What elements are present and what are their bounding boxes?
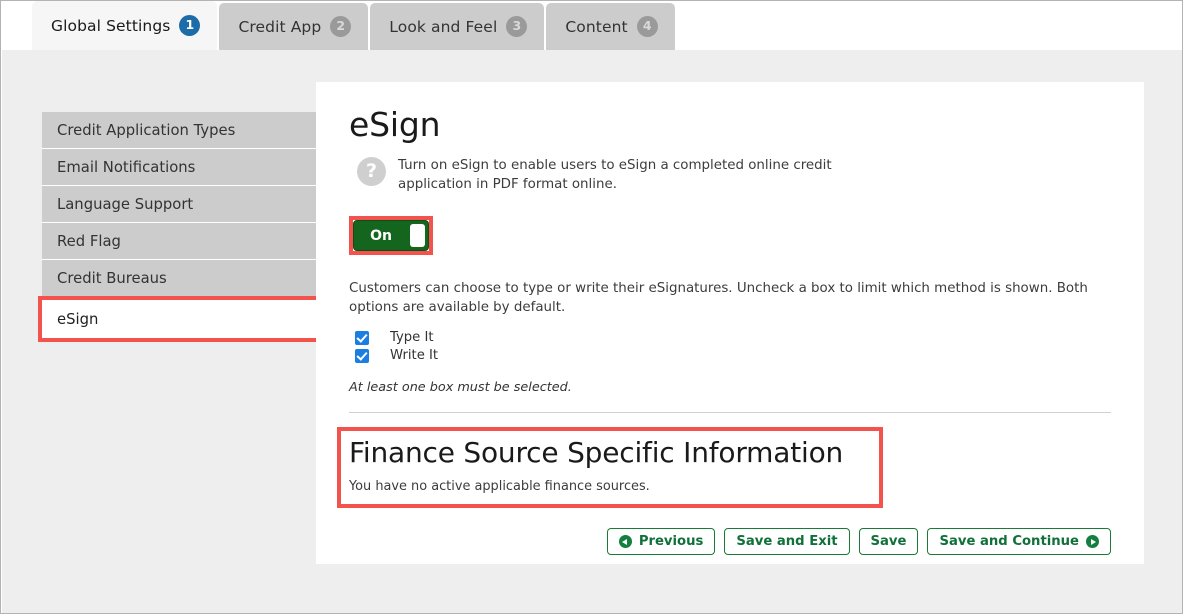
sidebar-item-wrap: Credit Application Types [42,112,318,149]
sidebar-item-label: eSign [57,310,99,328]
tab-strip: Global Settings 1 Credit App 2 Look and … [1,1,1182,50]
tab-credit-app[interactable]: Credit App 2 [219,3,369,50]
section-divider [349,412,1111,414]
sidebar-item-label: Email Notifications [57,158,196,176]
sidebar-item-red-flag[interactable]: Red Flag [42,223,318,260]
finance-source-subtitle: You have no active applicable finance so… [349,479,650,495]
save-and-continue-button[interactable]: Save and Continue [927,528,1111,556]
finance-source-highlight: Finance Source Specific Information You … [337,427,883,509]
esign-toggle-label: On [370,227,392,244]
sidebar-item-wrap: Language Support [42,186,318,223]
sidebar-item-credit-application-types[interactable]: Credit Application Types [42,112,318,149]
sidebar-item-esign[interactable]: eSign [42,300,318,338]
checkbox-row-write-it: Write It [349,347,1111,364]
sidebar-item-label: Credit Bureaus [57,269,167,287]
tab-badge: 4 [636,16,658,37]
signature-method-checkbox-list: Type It Write It [349,329,1111,364]
esign-toggle[interactable]: On [353,220,429,252]
finance-source-title: Finance Source Specific Information [349,436,844,470]
button-label: Previous [638,534,704,550]
save-and-exit-button[interactable]: Save and Exit [724,528,850,556]
save-button[interactable]: Save [858,528,919,556]
checkbox-write-it[interactable] [355,348,369,363]
validation-note: At least one box must be selected. [349,380,572,396]
sidebar-item-wrap: Email Notifications [42,149,318,186]
checkbox-label: Type It [390,330,434,346]
signature-method-description: Customers can choose to type or write th… [349,281,1088,316]
tab-label: Credit App [238,17,322,36]
toggle-knob[interactable] [410,224,425,248]
form-action-buttons: Previous Save and Exit Save Save and Con… [349,528,1111,556]
tab-label: Look and Feel [389,17,498,36]
sidebar-item-email-notifications[interactable]: Email Notifications [42,149,318,186]
settings-sidebar: Credit Application Types Email Notificat… [38,112,322,342]
button-label: Save and Continue [939,534,1079,550]
button-label: Save and Exit [736,534,838,550]
previous-button[interactable]: Previous [606,528,716,556]
tab-list: Global Settings 1 Credit App 2 Look and … [32,1,677,50]
tab-look-and-feel[interactable]: Look and Feel 3 [370,3,545,50]
sidebar-item-label: Credit Application Types [57,121,236,139]
checkbox-type-it[interactable] [355,330,369,345]
tab-badge: 3 [506,16,528,37]
help-row: ? Turn on eSign to enable users to eSign… [349,156,1111,194]
page-body: Credit Application Types Email Notificat… [2,50,1182,613]
sidebar-item-label: Red Flag [57,232,121,250]
esign-toggle-highlight: On [349,216,433,256]
content-card: eSign ? Turn on eSign to enable users to… [316,82,1144,564]
tab-global-settings[interactable]: Global Settings 1 [32,1,218,50]
sidebar-item-esign-highlight: eSign [38,296,322,342]
tab-label: Global Settings [51,16,171,35]
sidebar-item-language-support[interactable]: Language Support [42,186,318,223]
circle-arrow-left-icon [618,535,632,549]
sidebar-item-credit-bureaus[interactable]: Credit Bureaus [42,260,318,297]
application-window: Global Settings 1 Credit App 2 Look and … [0,0,1183,614]
tab-badge: 2 [330,16,352,37]
sidebar-item-wrap: Red Flag [42,223,318,260]
sidebar-item-label: Language Support [57,195,194,213]
question-mark-icon: ? [357,157,386,187]
tab-label: Content [565,17,628,36]
content-card-inner: eSign ? Turn on eSign to enable users to… [316,82,1144,556]
tab-badge: 1 [179,15,201,36]
checkbox-row-type-it: Type It [349,329,1111,346]
button-label: Save [870,534,907,550]
checkbox-label: Write It [390,348,439,364]
sidebar-item-wrap: Credit Bureaus [42,260,318,297]
tab-content[interactable]: Content 4 [546,3,675,50]
circle-arrow-right-icon [1086,535,1099,549]
page-title: eSign [349,105,441,144]
help-text: Turn on eSign to enable users to eSign a… [398,158,832,193]
